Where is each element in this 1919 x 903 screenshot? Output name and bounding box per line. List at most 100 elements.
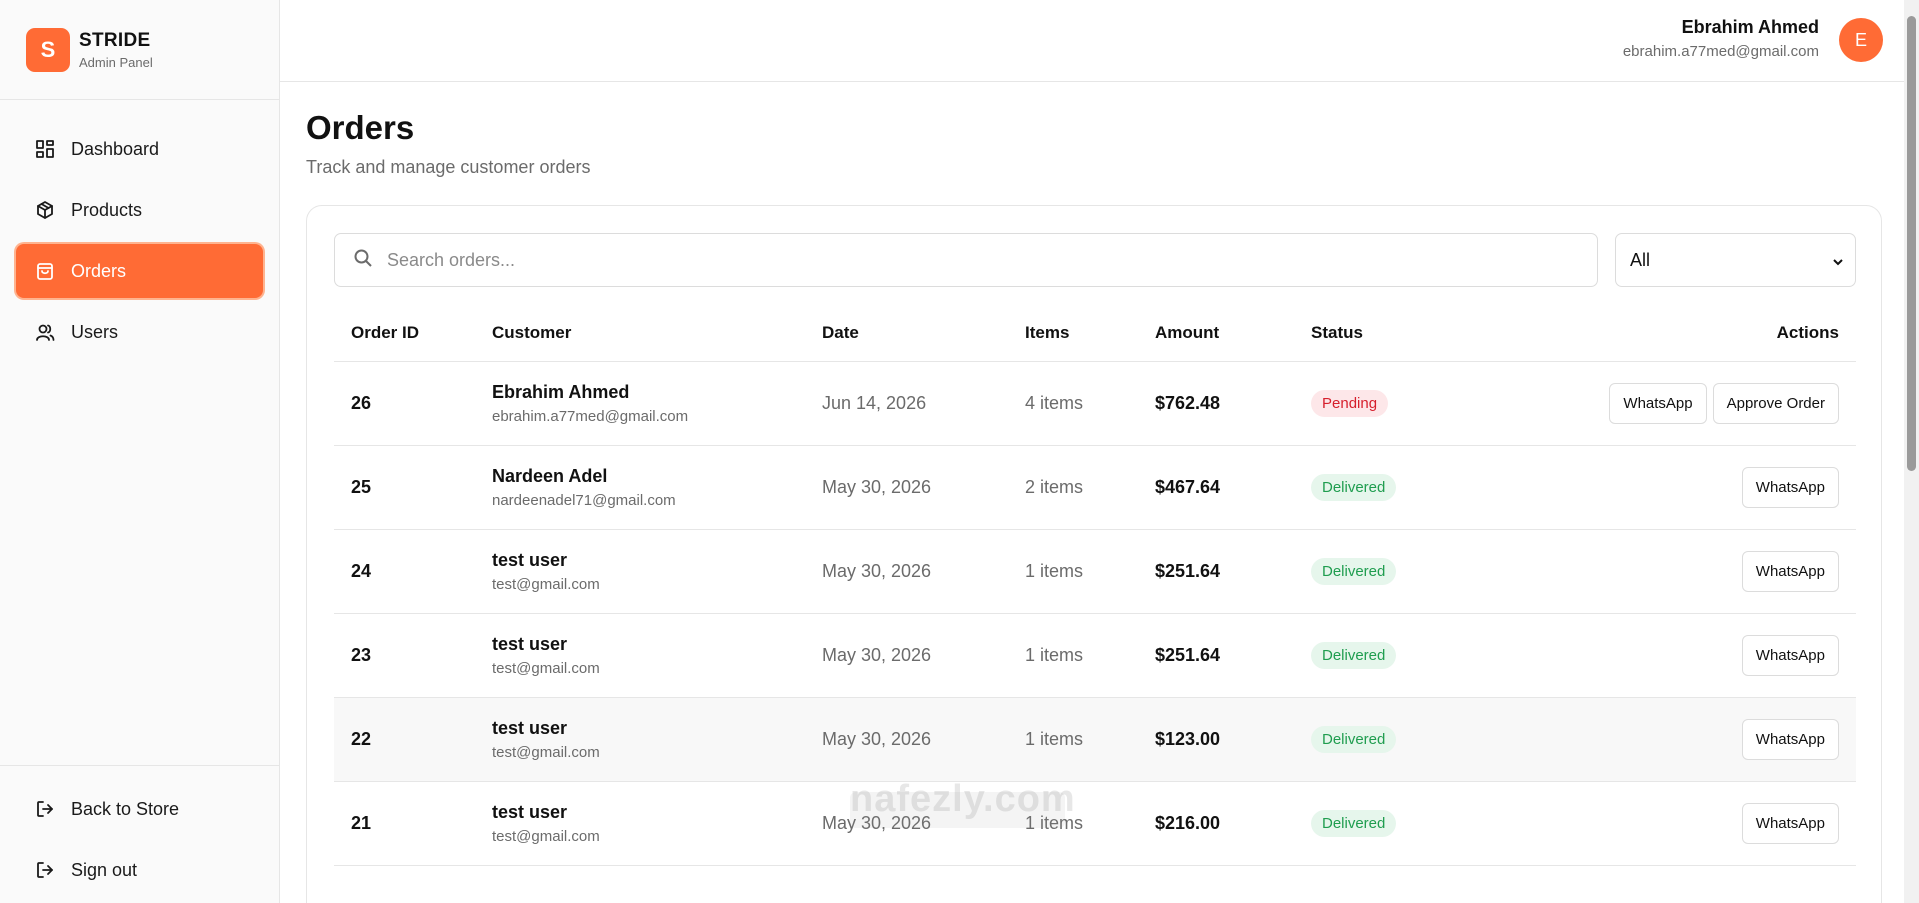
sidebar: S STRIDE Admin Panel Dashboard Products … [0,0,280,903]
whatsapp-button[interactable]: WhatsApp [1741,718,1839,760]
actions-cell: WhatsApp [1454,697,1856,782]
users-icon [34,321,56,343]
sidebar-item-products[interactable]: Products [16,183,263,237]
customer-email: test@gmail.com [492,575,600,593]
sidebar-item-orders[interactable]: Orders [16,244,263,298]
whatsapp-button[interactable]: WhatsApp [1741,466,1839,508]
table-row[interactable]: 24 test user test@gmail.com May 30, 2026… [334,529,1856,614]
sidebar-item-label: Products [71,199,143,220]
scrollbar-thumb[interactable] [1907,16,1916,471]
approve-order-button[interactable]: Approve Order [1712,382,1839,424]
customer-name: test user [492,801,568,822]
whatsapp-button[interactable]: WhatsApp [1741,802,1839,844]
whatsapp-button[interactable]: WhatsApp [1741,550,1839,592]
actions-cell: WhatsApp [1454,529,1856,614]
column-header[interactable]: Status [1294,305,1454,362]
order-date: Jun 14, 2026 [805,361,1008,446]
user-email: ebrahim.a77med@gmail.com [1622,43,1819,60]
whatsapp-button[interactable]: WhatsApp [1609,382,1707,424]
main-content: Orders Track and manage customer orders … [306,82,1882,903]
search-icon [353,248,373,273]
sidebar-item-label: Orders [71,260,127,281]
order-amount: $251.64 [1138,613,1294,698]
table-header-row: Order ID Customer Date Items Amount Stat… [334,305,1856,362]
sidebar-item-dashboard[interactable]: Dashboard [16,122,263,176]
order-id: 26 [334,361,475,446]
column-header: Actions [1454,305,1856,362]
customer-name: Ebrahim Ahmed [492,381,630,402]
page-scrollbar[interactable] [1904,0,1919,903]
table-row[interactable]: 25 Nardeen Adel nardeenadel71@gmail.com … [334,445,1856,530]
shopping-bag-icon [34,260,56,282]
order-date: May 30, 2026 [805,613,1008,698]
page-title: Orders [306,109,415,146]
order-id: 25 [334,445,475,530]
brand: S STRIDE Admin Panel [0,0,279,100]
brand-subtitle: Admin Panel [79,54,153,70]
logout-icon [34,798,56,820]
top-header: Ebrahim Ahmed ebrahim.a77med@gmail.com E [280,0,1919,82]
actions-cell: WhatsApp [1454,445,1856,530]
order-id: 22 [334,697,475,782]
customer-name: test user [492,717,568,738]
order-amount: $467.64 [1138,445,1294,530]
order-items: 1 items [1008,613,1138,698]
sign-out-button[interactable]: Sign out [16,843,263,897]
order-amount: $216.00 [1138,781,1294,866]
table-row[interactable]: 22 test user test@gmail.com May 30, 2026… [334,697,1856,782]
actions-cell: WhatsApp Approve Order [1454,361,1856,446]
sidebar-nav: Dashboard Products Orders Users [0,100,279,359]
logout-icon [34,859,56,881]
customer-cell: test user test@gmail.com [475,529,805,614]
sidebar-item-label: Users [71,321,119,342]
order-items: 2 items [1008,445,1138,530]
whatsapp-button[interactable]: WhatsApp [1741,634,1839,676]
customer-email: nardeenadel71@gmail.com [492,491,676,509]
status-badge: Delivered [1311,473,1397,501]
customer-cell: Ebrahim Ahmed ebrahim.a77med@gmail.com [475,361,805,446]
order-items: 1 items [1008,529,1138,614]
orders-table: Order ID Customer Date Items Amount Stat… [334,305,1856,866]
order-date: May 30, 2026 [805,445,1008,530]
user-name: Ebrahim Ahmed [1681,17,1819,37]
sidebar-item-users[interactable]: Users [16,305,263,359]
customer-cell: test user test@gmail.com [475,781,805,866]
status-badge: Delivered [1311,641,1397,669]
avatar[interactable]: E [1839,18,1883,62]
customer-cell: Nardeen Adel nardeenadel71@gmail.com [475,445,805,530]
order-id: 23 [334,613,475,698]
column-header[interactable]: Amount [1138,305,1294,362]
status-badge: Delivered [1311,809,1397,837]
actions-cell: WhatsApp [1454,781,1856,866]
search-input[interactable] [387,249,1567,271]
status-cell: Delivered [1294,781,1454,866]
column-header[interactable]: Customer [475,305,805,362]
back-to-store-link[interactable]: Back to Store [16,782,263,836]
order-date: May 30, 2026 [805,529,1008,614]
status-badge: Delivered [1311,557,1397,585]
status-cell: Delivered [1294,697,1454,782]
order-amount: $123.00 [1138,697,1294,782]
user-info: Ebrahim Ahmed ebrahim.a77med@gmail.com [1623,17,1819,60]
status-badge: Delivered [1311,725,1397,753]
status-badge: Pending [1311,389,1389,417]
sidebar-footer: Back to Store Sign out [0,765,279,903]
order-amount: $251.64 [1138,529,1294,614]
order-items: 4 items [1008,361,1138,446]
status-cell: Pending [1294,361,1454,446]
customer-email: test@gmail.com [492,827,600,845]
table-row[interactable]: 23 test user test@gmail.com May 30, 2026… [334,613,1856,698]
column-header[interactable]: Items [1008,305,1138,362]
customer-cell: test user test@gmail.com [475,697,805,782]
customer-name: test user [492,633,568,654]
status-filter-select[interactable]: All [1615,233,1856,287]
customer-cell: test user test@gmail.com [475,613,805,698]
column-header[interactable]: Date [805,305,1008,362]
order-date: May 30, 2026 [805,697,1008,782]
column-header[interactable]: Order ID [334,305,475,362]
order-id: 21 [334,781,475,866]
table-row[interactable]: 26 Ebrahim Ahmed ebrahim.a77med@gmail.co… [334,361,1856,446]
search-box[interactable] [334,233,1598,287]
customer-email: ebrahim.a77med@gmail.com [492,407,689,425]
table-row[interactable]: 21 test user test@gmail.com May 30, 2026… [334,781,1856,866]
